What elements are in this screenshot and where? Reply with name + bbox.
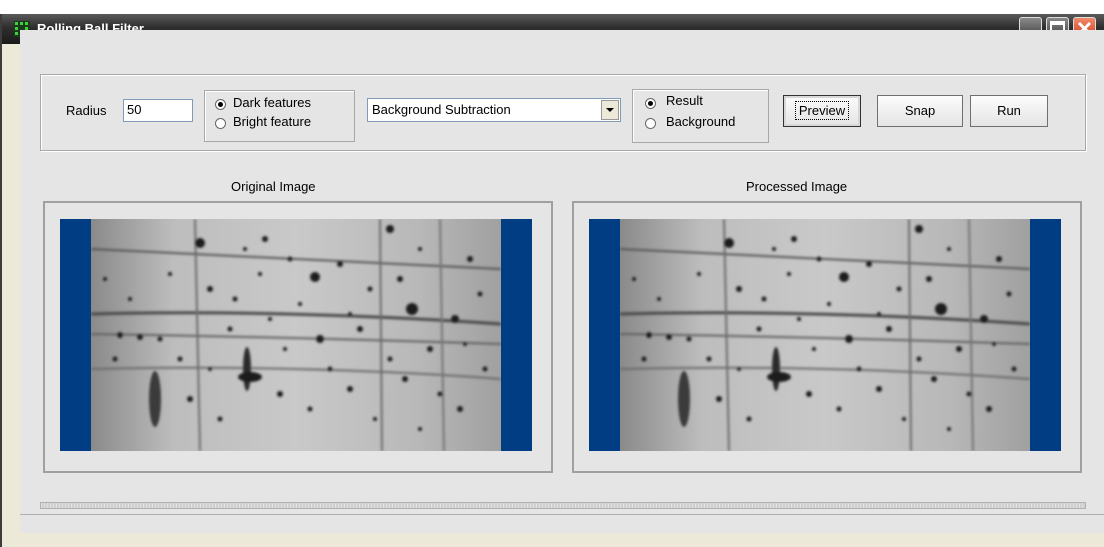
progress-bar <box>40 502 1086 509</box>
original-image-caption: Original Image <box>231 179 316 194</box>
preview-button[interactable]: Preview <box>783 95 861 127</box>
mode-select[interactable]: Background Subtraction <box>367 98 621 122</box>
chevron-down-icon <box>606 108 614 112</box>
dark-features-label: Dark features <box>233 95 312 110</box>
output-radio-group: Result Background <box>632 89 769 143</box>
dark-features-radio[interactable] <box>215 99 226 110</box>
feature-radio-group: Dark features Bright feature <box>204 90 355 142</box>
processed-image-panel <box>572 201 1082 473</box>
status-bar-divider <box>20 514 1104 515</box>
bright-feature-radio[interactable] <box>215 118 226 129</box>
background-radio[interactable] <box>645 118 656 129</box>
processed-gel-image[interactable] <box>589 219 1061 451</box>
options-toolbar: Radius 50 Dark features Bright feature B… <box>40 74 1086 151</box>
radius-input[interactable]: 50 <box>123 99 193 122</box>
mode-select-value: Background Subtraction <box>372 102 511 117</box>
background-label: Background <box>666 114 736 129</box>
run-button-label: Run <box>997 103 1021 118</box>
snap-button[interactable]: Snap <box>877 95 963 127</box>
original-image-panel <box>43 201 553 473</box>
result-label: Result <box>666 93 703 108</box>
original-gel-image[interactable] <box>60 219 532 451</box>
snap-button-label: Snap <box>904 103 936 118</box>
preview-button-label: Preview <box>794 101 850 120</box>
processed-image-caption: Processed Image <box>746 179 848 194</box>
run-button[interactable]: Run <box>970 95 1048 127</box>
bright-feature-label: Bright feature <box>233 114 312 129</box>
dropdown-arrow-button[interactable] <box>601 100 619 120</box>
result-radio[interactable] <box>645 98 656 109</box>
radius-label: Radius <box>66 103 107 118</box>
